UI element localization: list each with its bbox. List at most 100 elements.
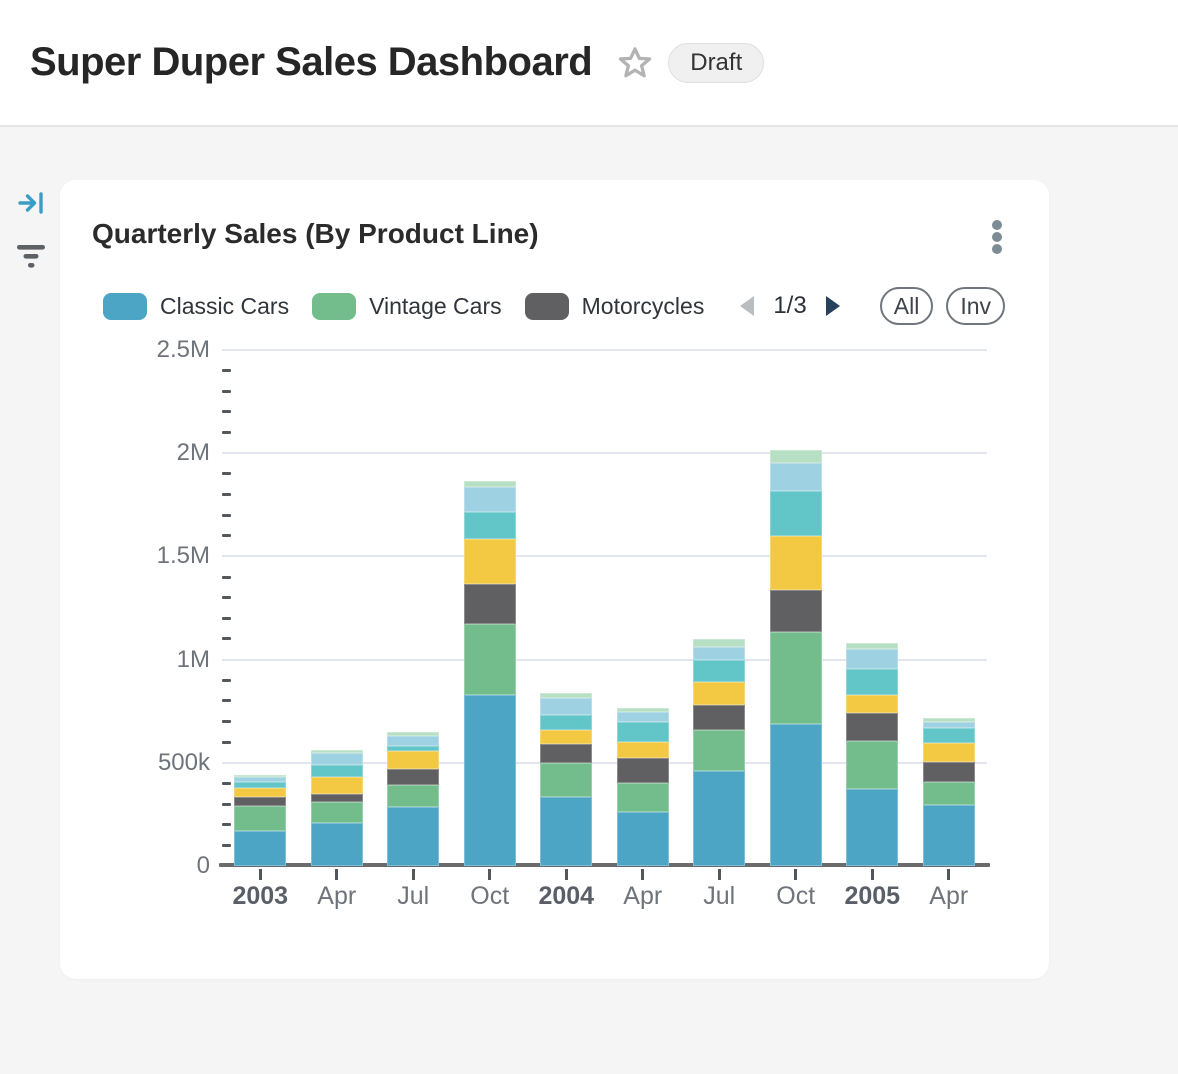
bar-segment[interactable] (846, 649, 898, 669)
bar-segment[interactable] (617, 742, 669, 759)
bar-segment[interactable] (464, 539, 516, 584)
bar-segment[interactable] (617, 812, 669, 866)
x-tick (718, 869, 721, 880)
bar-segment[interactable] (464, 481, 516, 487)
y-minor-tick (222, 679, 231, 682)
bar-segment[interactable] (693, 682, 745, 705)
bar-segment[interactable] (846, 741, 898, 789)
bar-segment[interactable] (311, 750, 363, 753)
status-badge: Draft (668, 43, 764, 83)
bar-segment[interactable] (540, 744, 592, 763)
bar-segment[interactable] (234, 788, 286, 797)
bar-segment[interactable] (540, 715, 592, 730)
star-icon (617, 45, 653, 81)
bar-segment[interactable] (311, 777, 363, 794)
bar-segment[interactable] (923, 762, 975, 782)
y-minor-tick (222, 410, 231, 413)
stacked-bar-chart: 0500k1M1.5M2M2.5M2003AprJulOct2004AprJul… (60, 180, 1049, 979)
bar-segment[interactable] (387, 746, 439, 751)
bar-segment[interactable] (540, 797, 592, 866)
bar-segment[interactable] (311, 802, 363, 823)
bar-segment[interactable] (617, 708, 669, 712)
bar-segment[interactable] (693, 639, 745, 647)
x-tick (488, 869, 491, 880)
bar-segment[interactable] (693, 771, 745, 866)
bar-segment[interactable] (234, 831, 286, 866)
favorite-star-icon[interactable] (617, 45, 653, 81)
bar-segment[interactable] (923, 728, 975, 743)
filter-icon[interactable] (14, 243, 48, 270)
bar-segment[interactable] (387, 751, 439, 769)
bar-segment[interactable] (540, 698, 592, 715)
y-minor-tick (222, 576, 231, 579)
y-minor-tick (222, 534, 231, 537)
bar-segment[interactable] (311, 823, 363, 866)
y-axis-label: 0 (100, 853, 210, 879)
bar-segment[interactable] (617, 722, 669, 742)
bar-segment[interactable] (234, 782, 286, 788)
x-tick (794, 869, 797, 880)
bar-segment[interactable] (923, 743, 975, 762)
bar-segment[interactable] (540, 730, 592, 744)
bar-segment[interactable] (464, 487, 516, 512)
bar-segment[interactable] (923, 722, 975, 727)
gridline (222, 349, 987, 351)
bar-segment[interactable] (387, 736, 439, 746)
bar-segment[interactable] (846, 789, 898, 866)
bar-segment[interactable] (693, 660, 745, 682)
bar-segment[interactable] (540, 693, 592, 698)
bar-segment[interactable] (846, 713, 898, 741)
x-tick (335, 869, 338, 880)
bar-segment[interactable] (464, 695, 516, 866)
bar-segment[interactable] (387, 785, 439, 806)
bar-segment[interactable] (846, 695, 898, 713)
bar-segment[interactable] (770, 632, 822, 723)
bar-segment[interactable] (770, 590, 822, 632)
bar-segment[interactable] (464, 624, 516, 696)
y-minor-tick (222, 823, 231, 826)
x-tick (565, 869, 568, 880)
bar-segment[interactable] (770, 463, 822, 490)
bar-segment[interactable] (693, 730, 745, 771)
page-title: Super Duper Sales Dashboard (30, 40, 592, 85)
collapse-panel-icon[interactable] (14, 190, 48, 216)
bar-segment[interactable] (311, 794, 363, 802)
y-minor-tick (222, 720, 231, 723)
bar-segment[interactable] (387, 807, 439, 866)
gridline (222, 555, 987, 557)
bar-segment[interactable] (923, 805, 975, 866)
y-minor-tick (222, 617, 231, 620)
bar-segment[interactable] (387, 769, 439, 785)
bar-segment[interactable] (311, 753, 363, 765)
bar-segment[interactable] (846, 669, 898, 695)
bar-segment[interactable] (311, 765, 363, 777)
bar-segment[interactable] (464, 584, 516, 624)
y-minor-tick (222, 699, 231, 702)
bar-segment[interactable] (693, 647, 745, 660)
y-minor-tick (222, 369, 231, 372)
bar-segment[interactable] (234, 777, 286, 782)
bar-segment[interactable] (693, 705, 745, 730)
bar-segment[interactable] (540, 763, 592, 796)
bar-segment[interactable] (387, 732, 439, 736)
bar-segment[interactable] (770, 450, 822, 464)
bar-segment[interactable] (923, 782, 975, 805)
bar-segment[interactable] (770, 724, 822, 866)
x-tick (641, 869, 644, 880)
bar-segment[interactable] (617, 783, 669, 811)
bar-segment[interactable] (923, 718, 975, 723)
bar-segment[interactable] (234, 797, 286, 805)
bar-segment[interactable] (464, 512, 516, 539)
bar-segment[interactable] (770, 491, 822, 537)
y-minor-tick (222, 514, 231, 517)
bar-segment[interactable] (617, 758, 669, 783)
bar-segment[interactable] (846, 643, 898, 649)
bar-segment[interactable] (234, 775, 286, 778)
bar-segment[interactable] (770, 536, 822, 590)
bar-segment[interactable] (234, 806, 286, 832)
bar-segment[interactable] (617, 712, 669, 722)
y-axis-label: 2.5M (100, 337, 210, 363)
y-minor-tick (222, 493, 231, 496)
gridline (222, 452, 987, 454)
y-minor-tick (222, 390, 231, 393)
